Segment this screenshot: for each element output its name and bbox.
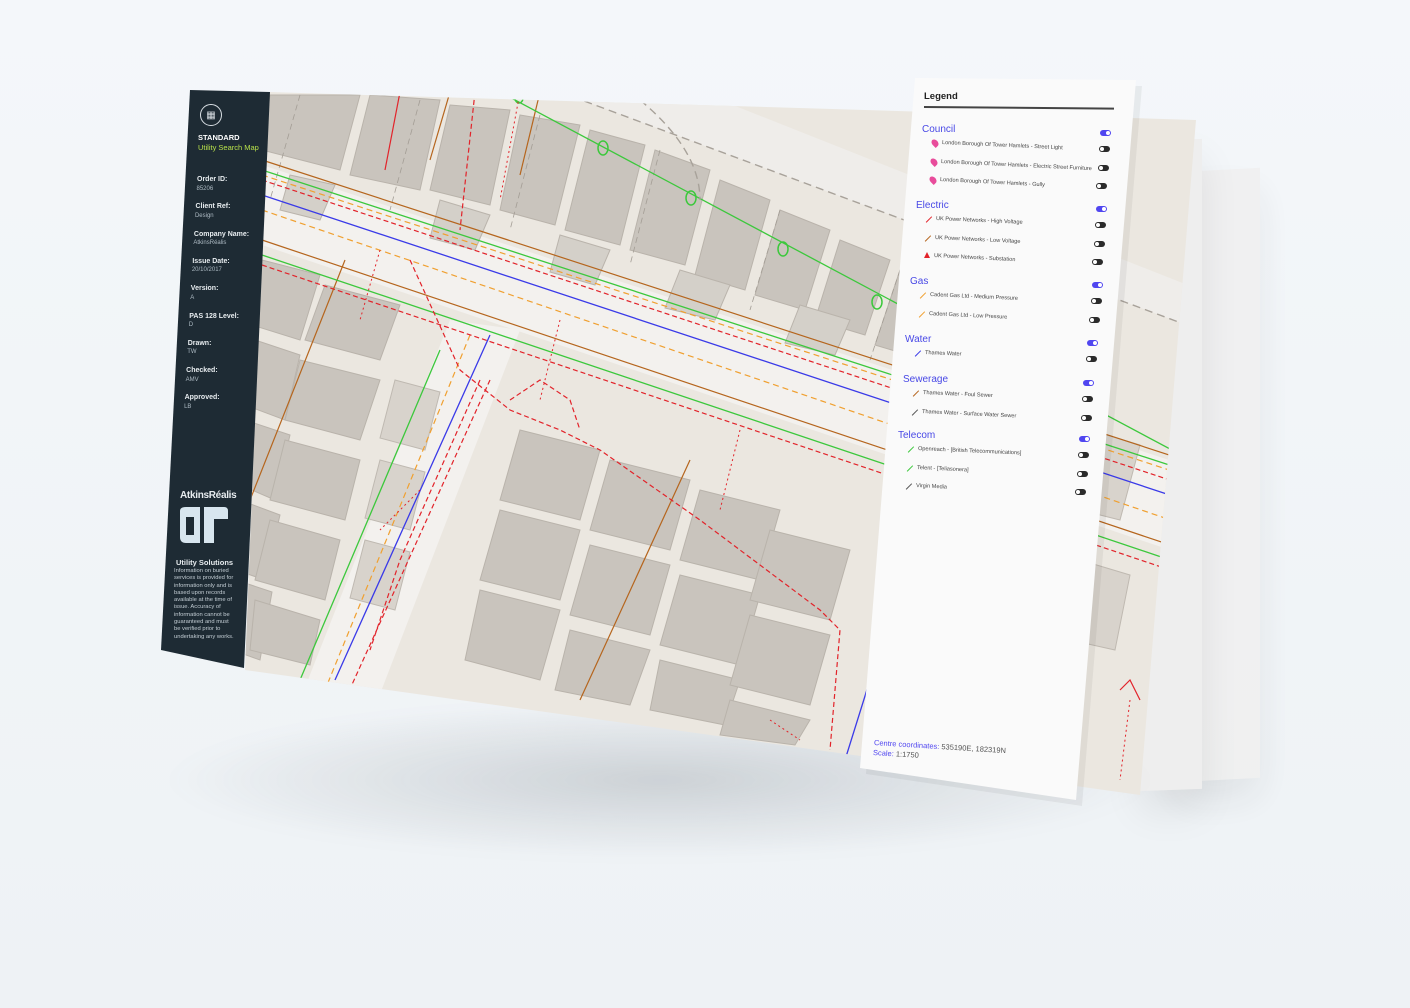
legend-item-toggle[interactable] — [1092, 259, 1104, 265]
legend-item-toggle[interactable] — [1089, 316, 1101, 323]
legend-category-toggle-water[interactable] — [1087, 340, 1099, 346]
legend-category-council: Council — [922, 124, 956, 135]
disclaimer-note: Information on buried services is provid… — [174, 568, 234, 640]
legend-title: Legend — [924, 91, 958, 102]
legend-category-toggle-council[interactable] — [1100, 130, 1111, 136]
sidebar-field-value: AtkinsRéalis — [193, 240, 227, 247]
sidebar-field-value: 20/10/2017 — [191, 267, 222, 274]
legend-category-toggle-electric[interactable] — [1095, 206, 1107, 212]
sidebar-field-value: D — [188, 322, 194, 328]
legend-item-toggle[interactable] — [1076, 470, 1088, 477]
brand-badge-icon: ▦ — [200, 104, 222, 126]
legend-category-water: Water — [905, 334, 932, 345]
brand-name: AtkinsRéalis — [180, 490, 237, 501]
sidebar-field-value: A — [190, 294, 195, 301]
sidebar-field-label: Drawn: — [187, 339, 212, 347]
legend-item-toggle[interactable] — [1093, 240, 1105, 247]
scale-value: 1:1750 — [895, 749, 920, 760]
sidebar-title: STANDARD — [198, 133, 240, 142]
legend-item-toggle[interactable] — [1096, 183, 1108, 189]
legend-item-toggle[interactable] — [1094, 222, 1106, 228]
sidebar-field-value: LB — [184, 403, 192, 410]
sidebar-field-label: Approved: — [184, 394, 220, 402]
sidebar-subtitle: Utility Search Map — [198, 143, 259, 152]
sidebar-field-value: AMV — [185, 376, 199, 383]
legend-item-toggle[interactable] — [1086, 356, 1098, 362]
sidebar-field-label: Issue Date: — [192, 257, 230, 265]
brand-section: Utility Solutions — [176, 558, 234, 567]
legend-item-toggle[interactable] — [1080, 414, 1092, 421]
legend-category-electric: Electric — [916, 200, 949, 211]
legend-category-telecom: Telecom — [898, 430, 936, 441]
sidebar-field-label: Order ID: — [197, 176, 228, 183]
atkinsrealis-logo-icon — [180, 507, 228, 543]
legend-item-toggle[interactable] — [1099, 146, 1110, 152]
legend-item-toggle[interactable] — [1078, 452, 1089, 458]
legend-item-toggle[interactable] — [1082, 396, 1094, 402]
legend-item-toggle[interactable] — [1075, 489, 1087, 495]
sidebar-field-label: PAS 128 Level: — [189, 312, 239, 320]
sidebar-field-label: Checked: — [186, 367, 218, 375]
sidebar-field-value: Design — [194, 212, 214, 219]
legend-category-toggle-telecom[interactable] — [1079, 436, 1090, 442]
legend-item-toggle[interactable] — [1090, 298, 1102, 304]
legend-item-toggle[interactable] — [1097, 164, 1109, 171]
sidebar-field-label: Client Ref: — [195, 203, 231, 211]
scale-label: Scale: — [872, 748, 895, 759]
legend-category-toggle-sewerage[interactable] — [1083, 380, 1095, 386]
sidebar-field-value: TW — [187, 349, 197, 356]
substation-triangle-icon — [923, 252, 930, 258]
sidebar-field-value: 85206 — [196, 185, 214, 192]
legend-category-gas: Gas — [910, 276, 929, 287]
sidebar-field-label: Version: — [190, 285, 219, 293]
sidebar-field-label: Company Name: — [193, 230, 250, 238]
legend-category-sewerage: Sewerage — [903, 374, 949, 385]
legend-category-toggle-gas[interactable] — [1091, 282, 1103, 288]
